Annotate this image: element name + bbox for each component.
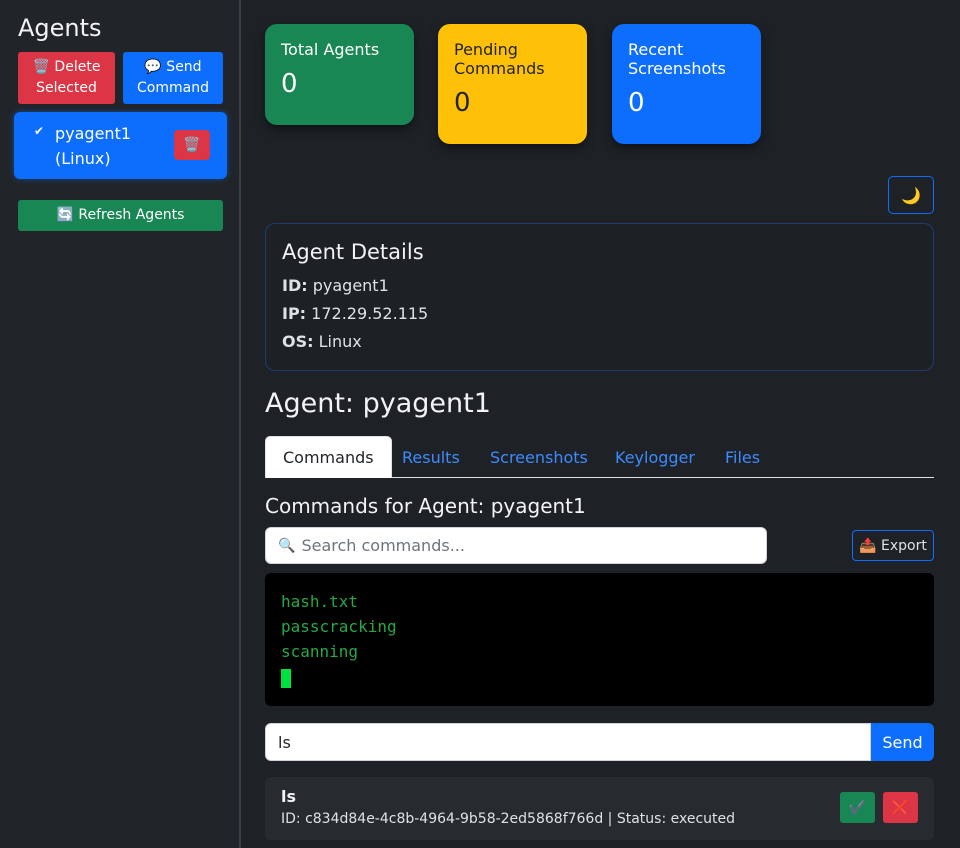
page-title: Agent: pyagent1 bbox=[265, 388, 491, 419]
tab-bar: Commands Results Screenshots Keylogger F… bbox=[265, 436, 934, 478]
detail-label: OS: bbox=[282, 332, 314, 351]
refresh-agents-button[interactable]: 🔄 Refresh Agents bbox=[18, 200, 223, 231]
command-name: ls bbox=[281, 787, 297, 806]
tab-keylogger[interactable]: Keylogger bbox=[598, 436, 712, 478]
tab-commands[interactable]: Commands bbox=[265, 436, 392, 478]
terminal-cursor bbox=[281, 669, 291, 688]
agent-details-card: Agent Details ID: pyagent1 IP: 172.29.52… bbox=[265, 223, 934, 371]
trash-icon[interactable]: 🗑️ bbox=[174, 130, 210, 160]
stat-recent-screenshots: Recent Screenshots 0 bbox=[612, 24, 761, 144]
check-icon[interactable]: ✔ bbox=[34, 124, 44, 138]
search-input[interactable]: 🔍 Search commands... bbox=[265, 527, 767, 564]
terminal-line: hash.txt bbox=[281, 592, 359, 611]
commands-heading: Commands for Agent: pyagent1 bbox=[265, 494, 586, 518]
detail-label: ID: bbox=[282, 276, 308, 295]
command-input[interactable]: ls bbox=[265, 723, 871, 761]
terminal-line: scanning bbox=[281, 642, 359, 661]
detail-value: Linux bbox=[318, 332, 362, 351]
sidebar: Agents 🗑️ Delete Selected 💬 Send Command… bbox=[0, 0, 241, 848]
detail-id: ID: pyagent1 bbox=[282, 272, 917, 300]
stat-value: 0 bbox=[454, 88, 471, 118]
stat-label: Pending Commands bbox=[454, 40, 545, 78]
detail-label: IP: bbox=[282, 304, 307, 323]
delete-selected-button[interactable]: 🗑️ Delete Selected bbox=[18, 52, 115, 104]
export-button[interactable]: 📤 Export bbox=[852, 530, 934, 561]
sidebar-title: Agents bbox=[18, 14, 102, 42]
detail-ip: IP: 172.29.52.115 bbox=[282, 300, 917, 328]
stat-pending-commands: Pending Commands 0 bbox=[438, 24, 587, 144]
terminal-output: hash.txt passcracking scanning bbox=[265, 573, 934, 706]
tab-files[interactable]: Files bbox=[708, 436, 777, 478]
tab-screenshots[interactable]: Screenshots bbox=[473, 436, 605, 478]
search-placeholder: Search commands... bbox=[301, 536, 465, 555]
stat-value: 0 bbox=[628, 88, 645, 118]
main-panel: Total Agents 0 Pending Commands 0 Recent… bbox=[243, 0, 960, 848]
tab-results[interactable]: Results bbox=[385, 436, 477, 478]
detail-value: pyagent1 bbox=[312, 276, 389, 295]
command-list-item: ls ID: c834d84e-4c8b-4964-9b58-2ed5868f7… bbox=[265, 777, 934, 840]
search-icon: 🔍 bbox=[278, 537, 296, 554]
close-icon[interactable]: ❌ bbox=[883, 792, 918, 823]
terminal-line: passcracking bbox=[281, 617, 397, 636]
stat-label: Recent Screenshots bbox=[628, 40, 726, 78]
stat-value: 0 bbox=[281, 69, 298, 99]
check-icon[interactable]: ✔️ bbox=[840, 792, 875, 823]
send-command-button[interactable]: 💬 Send Command bbox=[123, 52, 223, 104]
agent-details-title: Agent Details bbox=[282, 240, 424, 264]
agent-label: pyagent1 (Linux) bbox=[55, 124, 132, 168]
stat-label: Total Agents bbox=[281, 40, 380, 59]
agent-list-item[interactable]: ✔ pyagent1 (Linux) 🗑️ bbox=[14, 112, 227, 179]
send-button[interactable]: Send bbox=[871, 723, 934, 761]
detail-os: OS: Linux bbox=[282, 328, 917, 356]
moon-icon[interactable]: 🌙 bbox=[888, 176, 934, 214]
command-meta: ID: c834d84e-4c8b-4964-9b58-2ed5868f766d… bbox=[281, 811, 736, 827]
detail-value: 172.29.52.115 bbox=[311, 304, 429, 323]
stat-total-agents: Total Agents 0 bbox=[265, 24, 414, 125]
